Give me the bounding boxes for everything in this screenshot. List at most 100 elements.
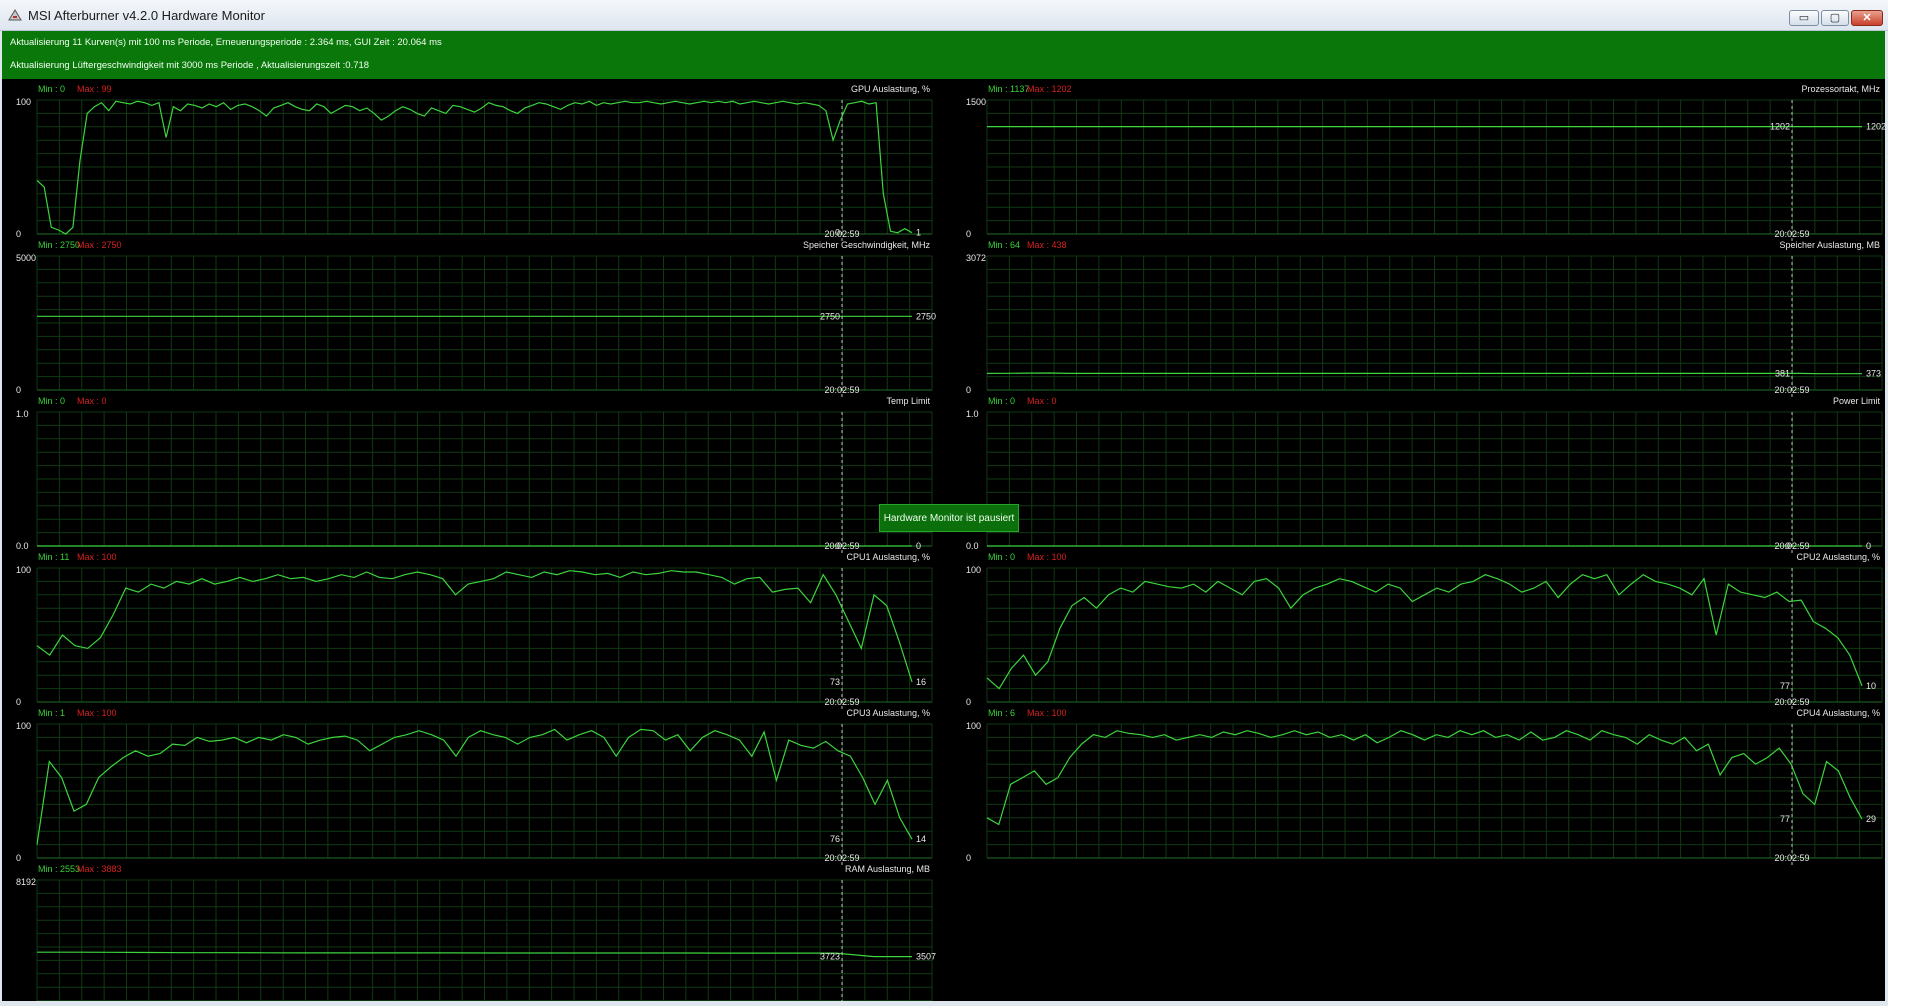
graph-title: Prozessortakt, MHz (1801, 84, 1880, 94)
minimize-icon: ▭ (1798, 12, 1810, 24)
title-bar[interactable]: MSI Afterburner v4.2.0 Hardware Monitor … (0, 0, 1888, 31)
end-value-label: 373 (1866, 369, 1881, 379)
status-panel: Aktualisierung 11 Kurven(s) mit 100 ms P… (2, 31, 1885, 79)
y-min-label: 0 (16, 853, 21, 863)
cursor-time-label: 20:02:59 (824, 229, 859, 239)
graph-title: Speicher Auslastung, MB (1779, 240, 1880, 250)
end-value-label: 1 (916, 228, 921, 238)
min-label: Min : 1 (38, 708, 65, 718)
graph-title: Power Limit (1833, 396, 1881, 406)
graph-title: CPU4 Auslastung, % (1796, 708, 1880, 718)
graph-panel-1[interactable]: Min : 1137Max : 1202 Prozessortakt, MHz 15… (966, 84, 1885, 242)
cursor-value-label: 3723 (820, 952, 840, 962)
data-curve (986, 372, 1862, 375)
y-max-label: 1.0 (966, 409, 979, 419)
paused-badge: Hardware Monitor ist pausiert (879, 504, 1019, 532)
max-label: Max : 0 (77, 396, 107, 406)
cursor-time-label: 20:02:59 (824, 385, 859, 395)
min-label: Min : 0 (38, 396, 65, 406)
max-label: Max : 0 (1027, 396, 1057, 406)
graph-panel-9[interactable]: Min : 6 Max : 100 CPU4 Auslastung, % 100 0 77… (966, 708, 1883, 866)
max-label: Max : 2750 (77, 240, 122, 250)
min-label: Min : 0 (988, 396, 1015, 406)
y-max-label: 1.0 (16, 409, 29, 419)
graph-panel-2[interactable]: Min : 2750Max : 2750 Speicher Geschwindig… (16, 240, 936, 398)
status-update-info: Aktualisierung 11 Kurven(s) mit 100 ms P… (10, 37, 442, 48)
graph-panel-7[interactable]: Min : 0 Max : 100 CPU2 Auslastung, % 100 0 77… (966, 552, 1883, 710)
end-value-label: 14 (916, 834, 926, 844)
graph-panel-4[interactable]: Min : 0 Max : 0 Temp Limit1.00.0 0 020:02:59 (16, 396, 933, 554)
cursor-time-label: 20:02:59 (1774, 385, 1809, 395)
max-label: Max : 100 (77, 552, 117, 562)
data-curve (36, 570, 913, 683)
cursor-value-label: 381 (1775, 369, 1790, 379)
y-min-label: 0 (16, 229, 21, 239)
data-curve (36, 728, 913, 845)
y-min-label: 0.0 (966, 541, 979, 551)
cursor-time-label: 20:02:59 (824, 853, 859, 863)
max-label: Max : 100 (77, 708, 117, 718)
min-label: Min : 1137 (988, 84, 1029, 94)
close-button[interactable]: ✕ (1851, 10, 1883, 26)
end-value-label: 3507 (916, 952, 936, 962)
min-label: Min : 6 (988, 708, 1015, 718)
y-max-label: 100 (16, 721, 31, 731)
close-icon: ✕ (1862, 12, 1872, 24)
end-value-label: 29 (1866, 814, 1876, 824)
graph-canvas[interactable]: Min : 0 Max : 99 GPU Auslastung, %1000 0 120… (2, 79, 1885, 1001)
y-max-label: 100 (16, 97, 31, 107)
y-min-label: 0 (16, 697, 21, 707)
data-curve (986, 573, 1863, 690)
end-value-label: 1202 (1866, 122, 1885, 132)
max-label: Max : 438 (1027, 240, 1067, 250)
y-min-label: 0 (966, 385, 971, 395)
graph-panel-8[interactable]: Min : 1 Max : 100 CPU3 Auslastung, % 100 0 76… (16, 708, 933, 866)
cursor-value-label: 73 (830, 677, 840, 687)
cursor-value-label: 2750 (820, 311, 840, 321)
max-label: Max : 1202 (1027, 84, 1072, 94)
graph-area[interactable]: Min : 0 Max : 99 GPU Auslastung, % 100 0 0 1 20… (2, 79, 1885, 1001)
y-min-label: 0 (966, 853, 971, 863)
end-value-label: 10 (1866, 681, 1876, 691)
max-label: Max : 100 (1027, 708, 1067, 718)
cursor-time-label: 20:02:59 (1774, 229, 1809, 239)
graph-title: Speicher Geschwindigkeit, MHz (803, 240, 931, 250)
cursor-time-label: 20:02:59 (1774, 541, 1809, 551)
y-max-label: 100 (16, 565, 31, 575)
min-label: Min : 0 (988, 552, 1015, 562)
graph-title: GPU Auslastung, % (851, 84, 930, 94)
max-label: Max : 100 (1027, 552, 1067, 562)
cursor-time-label: 20:02:59 (1774, 853, 1809, 863)
maximize-icon: ▢ (1829, 12, 1841, 24)
min-label: Min : 0 (38, 84, 65, 94)
end-value-label: 16 (916, 677, 926, 687)
end-value-label: 0 (1866, 541, 1871, 551)
min-label: Min : 64 (988, 240, 1020, 250)
graph-panel-6[interactable]: Min : 11 Max : 100 CPU1 Auslastung, % 100 0 7… (16, 552, 933, 710)
graph-title: CPU2 Auslastung, % (1796, 552, 1880, 562)
y-max-label: 3072 (966, 253, 986, 263)
graph-title: RAM Auslastung, MB (845, 864, 930, 874)
cursor-value-label: 1202 (1770, 122, 1790, 132)
y-min-label: 0 (16, 385, 21, 395)
maximize-button[interactable]: ▢ (1821, 10, 1849, 26)
graph-title: CPU1 Auslastung, % (846, 552, 930, 562)
max-label: Max : 3883 (77, 864, 122, 874)
y-min-label: 0 (966, 697, 971, 707)
end-value-label: 2750 (916, 311, 936, 321)
y-max-label: 100 (966, 565, 981, 575)
max-label: Max : 99 (77, 84, 112, 94)
graph-panel-10[interactable]: Min : 2553Max : 3883 RAM Auslastung, MB 81… (16, 864, 936, 1001)
end-value-label: 0 (916, 541, 921, 551)
min-label: Min : 2750 (38, 240, 80, 250)
graph-panel-0[interactable]: Min : 0 Max : 99 GPU Auslastung, %1000 0 120… (16, 84, 933, 242)
status-fan-update-info: Aktualisierung Lüftergeschwindigkeit mit… (10, 60, 370, 71)
graph-panel-3[interactable]: Min : 64 Max : 438 Speicher Auslastung, MB… (966, 240, 1883, 398)
y-max-label: 100 (966, 721, 981, 731)
y-max-label: 5000 (16, 253, 36, 263)
graph-panel-5[interactable]: Min : 0 Max : 0 Power Limit1.00.0 0 020:02:5… (966, 396, 1883, 554)
data-curve (37, 951, 912, 958)
graph-title: CPU3 Auslastung, % (846, 708, 930, 718)
y-max-label: 8192 (16, 877, 36, 887)
minimize-button[interactable]: ▭ (1789, 10, 1819, 26)
